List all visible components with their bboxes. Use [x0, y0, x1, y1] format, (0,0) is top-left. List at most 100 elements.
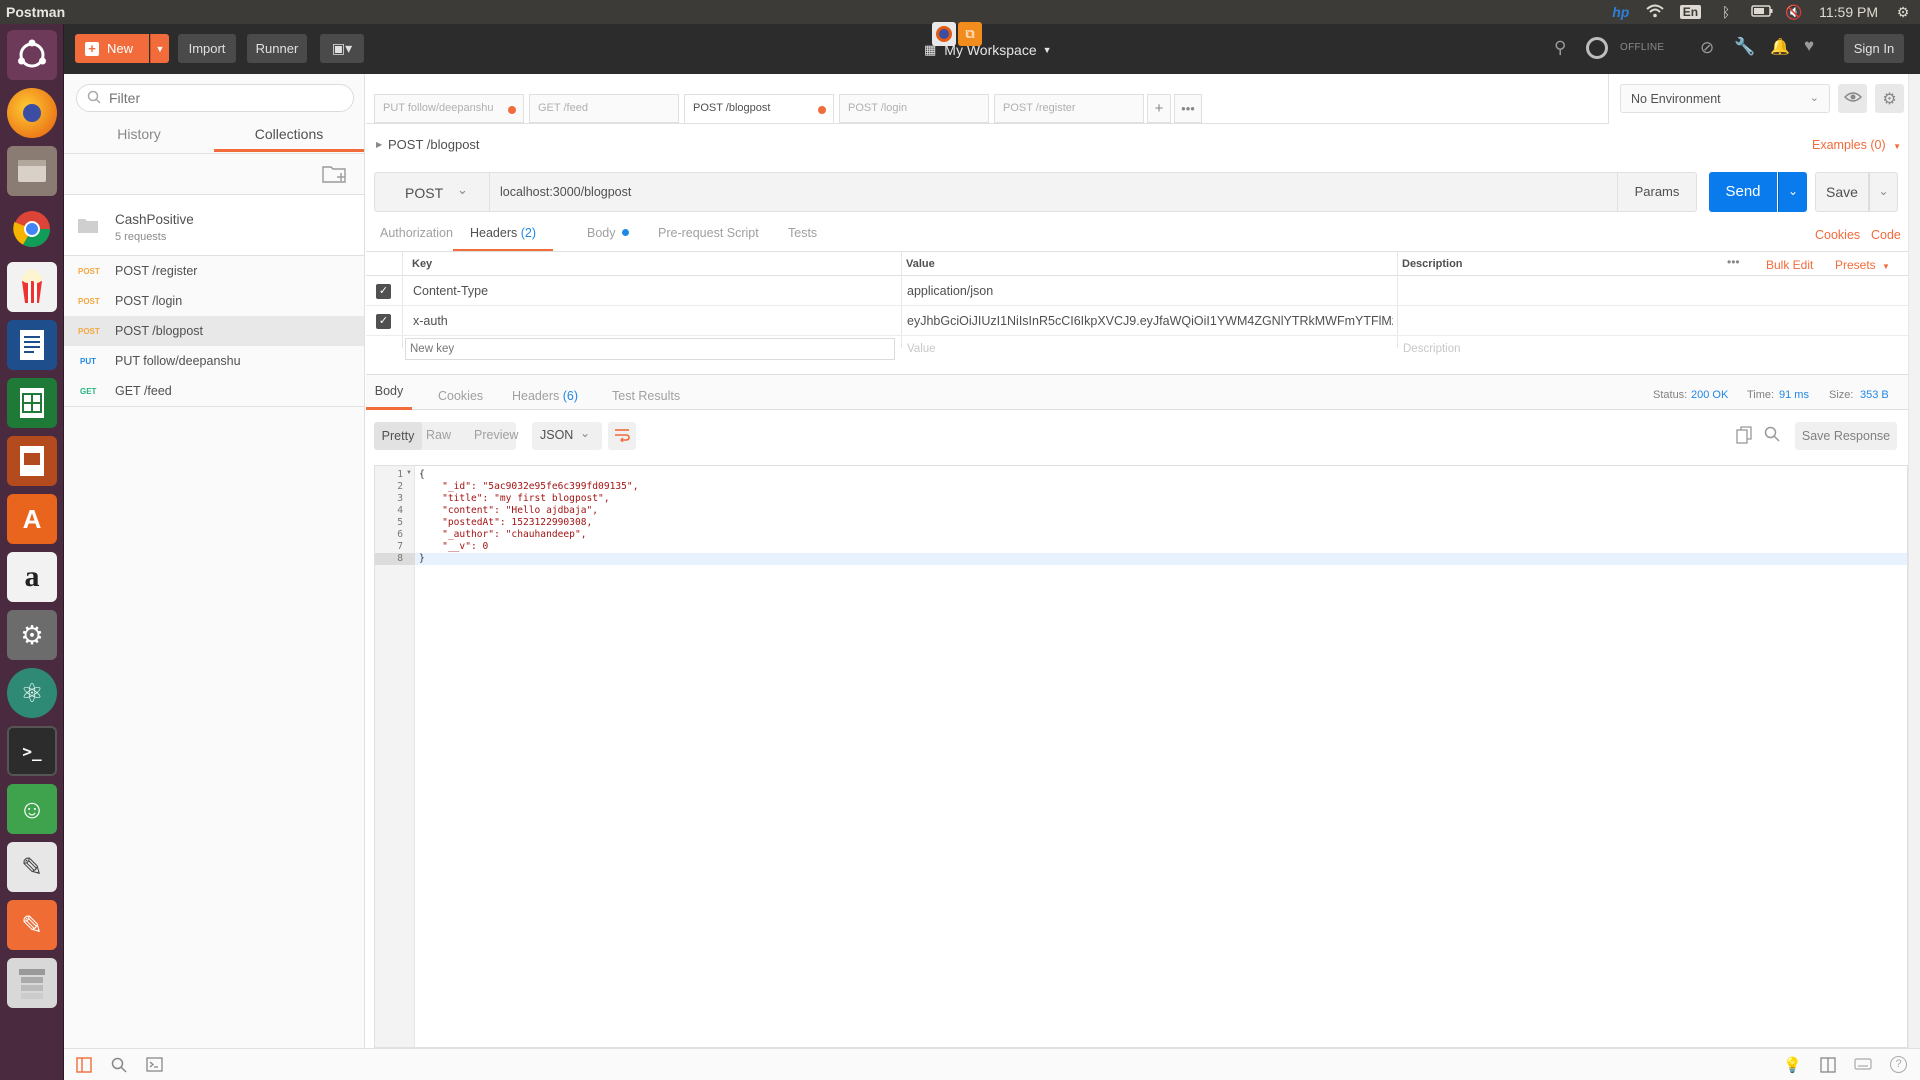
- table-row[interactable]: ✓ x-auth eyJhbGciOiJIUzI1NiIsInR5cCI6Ikp…: [366, 306, 1908, 336]
- atom-icon[interactable]: ⚛: [7, 668, 57, 718]
- method-selector[interactable]: POST ⌄: [374, 172, 490, 212]
- popcorn-icon[interactable]: [7, 262, 57, 312]
- toggle-sidebar-icon[interactable]: [76, 1057, 92, 1076]
- params-button[interactable]: Params: [1617, 172, 1697, 212]
- sign-in-button[interactable]: Sign In: [1844, 34, 1904, 63]
- satellite-icon[interactable]: ⚲: [1554, 38, 1566, 58]
- interceptor-icon[interactable]: ⊘: [1700, 38, 1714, 58]
- window-switch-icon[interactable]: ⧉: [958, 22, 982, 46]
- presets-dropdown[interactable]: Presets ▼: [1835, 258, 1890, 272]
- response-tab-test-results[interactable]: Test Results: [612, 389, 680, 403]
- send-button[interactable]: Send: [1709, 172, 1777, 212]
- view-preview-button[interactable]: Preview: [474, 428, 518, 442]
- software-center-icon[interactable]: A: [7, 494, 57, 544]
- new-button[interactable]: + New: [75, 34, 149, 63]
- new-window-button[interactable]: ▣▾: [320, 34, 364, 63]
- list-item[interactable]: PUT PUT follow/deepanshu: [64, 346, 364, 376]
- cookies-link[interactable]: Cookies: [1815, 228, 1860, 242]
- system-settings-icon[interactable]: ⚙: [7, 610, 57, 660]
- heart-icon[interactable]: ♥: [1804, 36, 1814, 56]
- volume-muted-icon[interactable]: 🔇: [1785, 4, 1803, 20]
- view-raw-button[interactable]: Raw: [426, 428, 451, 442]
- tab-get-feed[interactable]: GET /feed: [529, 94, 679, 123]
- new-value-placeholder[interactable]: Value: [907, 343, 936, 355]
- new-collection-icon[interactable]: [322, 164, 348, 184]
- tab-authorization[interactable]: Authorization: [380, 226, 453, 252]
- row-checkbox[interactable]: ✓: [376, 314, 391, 329]
- save-button[interactable]: Save: [1815, 172, 1869, 212]
- collection-row[interactable]: CashPositive 5 requests: [64, 195, 364, 255]
- table-row[interactable]: ✓ Content-Type application/json: [366, 276, 1908, 306]
- copy-icon[interactable]: [1736, 426, 1752, 447]
- import-button[interactable]: Import: [178, 34, 236, 63]
- impress-icon[interactable]: [7, 436, 57, 486]
- search-icon[interactable]: [111, 1057, 127, 1076]
- response-body-editor[interactable]: 1 ▼ 2 3 4 5 6 7 8 { "_id": "5ac9032e95fe…: [374, 465, 1908, 1048]
- new-dropdown-button[interactable]: ▼: [150, 34, 169, 63]
- table-row-new[interactable]: Value Description: [366, 336, 1908, 364]
- writer-icon[interactable]: [7, 320, 57, 370]
- firefox-window-icon[interactable]: [932, 22, 956, 46]
- list-item[interactable]: GET GET /feed: [64, 376, 364, 406]
- environment-selector[interactable]: No Environment ⌄: [1620, 84, 1830, 113]
- save-response-button[interactable]: Save Response: [1795, 422, 1897, 450]
- tab-post-register[interactable]: POST /register: [994, 94, 1144, 123]
- tab-prerequest-script[interactable]: Pre-request Script: [658, 226, 759, 252]
- firefox-icon[interactable]: [7, 88, 57, 138]
- more-tabs-button[interactable]: •••: [1174, 94, 1202, 123]
- tab-tests[interactable]: Tests: [788, 226, 817, 252]
- trash-icon[interactable]: [7, 958, 57, 1008]
- tab-body[interactable]: Body: [587, 226, 629, 252]
- list-item[interactable]: POST POST /login: [64, 286, 364, 316]
- keyboard-indicator[interactable]: En: [1679, 5, 1702, 19]
- lightbulb-icon[interactable]: 💡: [1783, 1056, 1802, 1074]
- help-icon[interactable]: ?: [1890, 1056, 1907, 1073]
- files-icon[interactable]: [7, 146, 57, 196]
- header-value[interactable]: application/json: [907, 284, 993, 298]
- console-icon[interactable]: [146, 1057, 163, 1075]
- header-key[interactable]: x-auth: [413, 314, 448, 328]
- sidebar-tab-collections[interactable]: Collections: [214, 126, 364, 152]
- filter-box[interactable]: [76, 84, 354, 112]
- window-scrollbar[interactable]: [1908, 74, 1920, 1048]
- tab-headers[interactable]: Headers (2): [453, 226, 553, 252]
- clock[interactable]: 11:59 PM: [1819, 4, 1878, 20]
- response-tab-body[interactable]: Body: [366, 384, 412, 410]
- bulk-edit-link[interactable]: Bulk Edit: [1766, 258, 1813, 272]
- battery-icon[interactable]: [1751, 4, 1773, 20]
- amazon-icon[interactable]: a: [7, 552, 57, 602]
- two-pane-icon[interactable]: [1820, 1057, 1836, 1076]
- runner-button[interactable]: Runner: [247, 34, 307, 63]
- view-pretty-button[interactable]: Pretty: [374, 422, 422, 450]
- new-description-placeholder[interactable]: Description: [1403, 343, 1461, 355]
- terminal-icon[interactable]: >_: [7, 726, 57, 776]
- list-item[interactable]: POST POST /blogpost: [64, 316, 364, 346]
- tab-post-login[interactable]: POST /login: [839, 94, 989, 123]
- postman-launcher-icon[interactable]: ✎: [7, 900, 57, 950]
- response-tab-cookies[interactable]: Cookies: [438, 389, 483, 403]
- send-dropdown-button[interactable]: ⌄: [1778, 172, 1807, 212]
- keyboard-icon[interactable]: [1854, 1058, 1872, 1073]
- calc-icon[interactable]: [7, 378, 57, 428]
- text-editor-icon[interactable]: ✎: [7, 842, 57, 892]
- environment-quick-look-button[interactable]: [1838, 84, 1867, 113]
- notifications-bell-icon[interactable]: 🔔: [1770, 37, 1790, 57]
- wrap-lines-button[interactable]: [608, 422, 636, 450]
- hp-icon[interactable]: hp: [1612, 4, 1630, 20]
- tab-post-blogpost[interactable]: POST /blogpost: [684, 94, 834, 123]
- bluetooth-icon[interactable]: ᛒ: [1717, 4, 1735, 20]
- code-link[interactable]: Code: [1871, 228, 1901, 242]
- add-tab-button[interactable]: +: [1147, 94, 1171, 123]
- format-selector[interactable]: JSON ⌄: [532, 422, 602, 450]
- caret-right-icon[interactable]: ▶: [376, 140, 382, 149]
- examples-link[interactable]: Examples (0) ▼: [1812, 138, 1901, 152]
- chrome-icon[interactable]: [7, 204, 57, 254]
- environment-settings-button[interactable]: ⚙: [1875, 84, 1904, 113]
- sidebar-tab-history[interactable]: History: [64, 126, 214, 152]
- list-item[interactable]: POST POST /register: [64, 256, 364, 286]
- header-value[interactable]: eyJhbGciOiJIUzI1NiIsInR5cCI6IkpXVCJ9.eyJ…: [907, 314, 1393, 328]
- settings-wrench-icon[interactable]: 🔧: [1734, 37, 1755, 57]
- robot-icon[interactable]: ☺: [7, 784, 57, 834]
- tab-put-follow[interactable]: PUT follow/deepanshu: [374, 94, 524, 123]
- url-field[interactable]: localhost:3000/blogpost: [490, 172, 1650, 212]
